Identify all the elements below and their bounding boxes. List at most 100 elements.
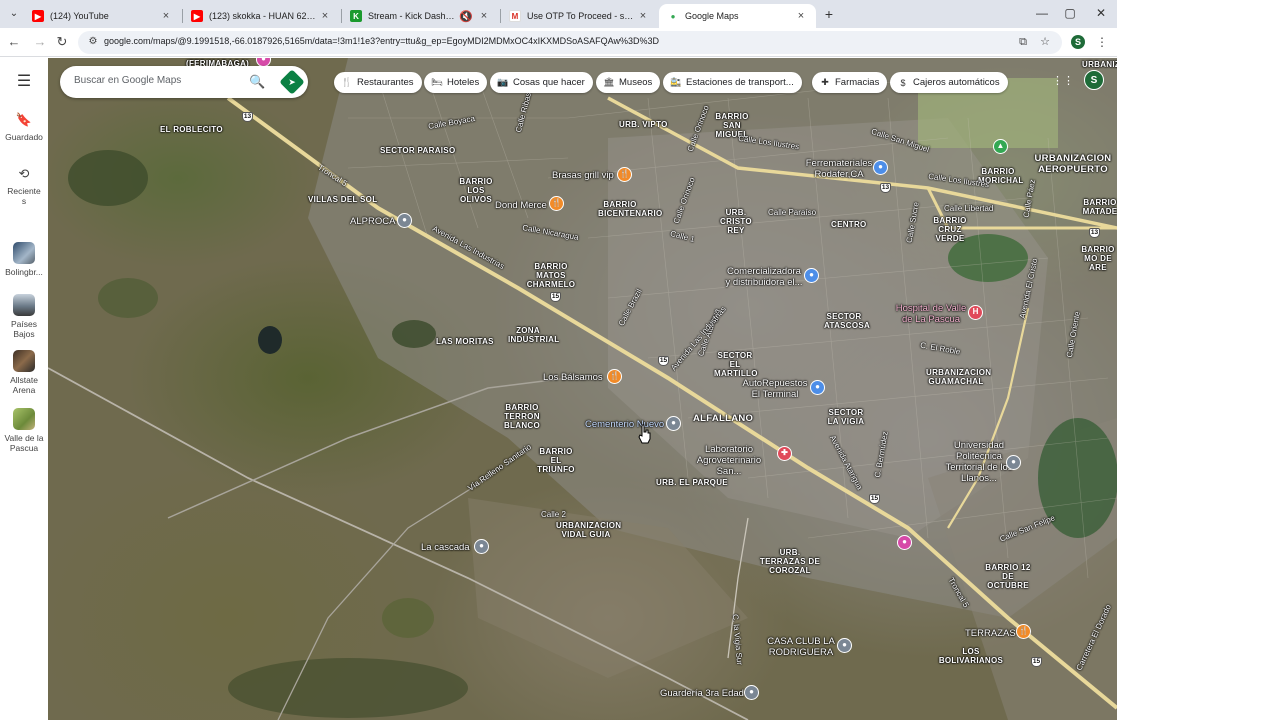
route-shield: 13 [242, 112, 253, 122]
place-label[interactable]: La cascada [421, 542, 470, 553]
tab-search-menu-icon[interactable]: ⌄ [6, 6, 22, 22]
park-pin-icon[interactable]: ▲ [993, 139, 1008, 154]
restaurant-pin-icon[interactable]: 🍴 [617, 167, 632, 182]
mute-tab-icon[interactable]: 🔇 [455, 10, 477, 23]
cemetery-pin-icon[interactable]: ● [666, 416, 681, 431]
chip-things-to-do[interactable]: 📷 Cosas que hacer [490, 72, 593, 93]
chip-label: Museos [619, 77, 653, 88]
chip-transit[interactable]: 🚉 Estaciones de transport... [663, 72, 802, 93]
place-label[interactable]: Guardería 3ra Edad [660, 688, 744, 699]
shopping-pin-icon[interactable]: ● [897, 535, 912, 550]
place-pin-icon[interactable]: ● [837, 638, 852, 653]
forward-icon[interactable]: → [32, 34, 48, 50]
area-label: BARRIO EL TRIUNFO [537, 447, 575, 474]
rail-item-recent-place[interactable]: Bolingbr... [0, 242, 48, 277]
maximize-icon[interactable]: ▢ [1063, 5, 1077, 21]
place-label[interactable]: Brasas grill vip [552, 170, 614, 181]
place-thumbnail [13, 408, 35, 430]
place-pin-icon[interactable]: ● [397, 213, 412, 228]
route-shield: 13 [1089, 228, 1100, 238]
place-label[interactable]: Ferremateriales Rodafer,CA [804, 158, 874, 180]
area-label: VILLAS DEL SOL [308, 195, 378, 204]
chip-label: Hoteles [447, 77, 480, 88]
close-tab-icon[interactable]: × [794, 10, 808, 22]
chip-label: Cosas que hacer [513, 77, 585, 88]
place-label[interactable]: Cementerio Nuevo [585, 419, 664, 430]
area-label: BARRIO MO DE ARE [1081, 245, 1115, 272]
restaurant-pin-icon[interactable]: 🍴 [607, 369, 622, 384]
shop-pin-icon[interactable]: ● [804, 268, 819, 283]
menu-icon[interactable]: ☰ [14, 74, 34, 90]
url-text[interactable]: google.com/maps/@9.1991518,-66.0187926,5… [104, 36, 659, 46]
place-label[interactable]: TERRAZAS [965, 628, 1016, 639]
area-label: SECTOR EL MARTILLO [714, 351, 758, 378]
restaurant-pin-icon[interactable]: 🍴 [1016, 624, 1031, 639]
install-app-icon[interactable]: ⧉ [1016, 35, 1030, 49]
chip-atms[interactable]: $ Cajeros automáticos [890, 72, 1008, 93]
tab-skokka[interactable]: ▶ (123) skokka - HUAN 62 - (Vídeo... × [183, 4, 340, 28]
place-label[interactable]: Universidad Politécnica Territorial de l… [944, 440, 1014, 484]
google-apps-icon[interactable]: ⋮⋮ [1052, 73, 1074, 89]
close-tab-icon[interactable]: × [477, 10, 491, 22]
reload-icon[interactable]: ↻ [54, 34, 70, 50]
minimize-icon[interactable]: — [1035, 5, 1049, 21]
rail-item-recent[interactable]: ⟲ Reciente s [0, 166, 48, 206]
tab-gmail-otp[interactable]: M Use OTP To Proceed - sandexve... × [501, 4, 658, 28]
place-label[interactable]: CASA CLUB LA RODRIGUERA [764, 636, 838, 658]
place-label[interactable]: Laboratorio Agroveterinario San... [684, 444, 774, 477]
close-tab-icon[interactable]: × [159, 10, 173, 22]
search-input[interactable] [74, 75, 244, 86]
back-icon[interactable]: ← [6, 34, 22, 50]
close-window-icon[interactable]: ✕ [1094, 5, 1108, 21]
place-label[interactable]: Los Bálsamos [543, 372, 603, 383]
gmail-icon: M [509, 10, 521, 22]
lab-pin-icon[interactable]: ✚ [777, 446, 792, 461]
place-pin-icon[interactable]: ● [744, 685, 759, 700]
kick-icon: K [350, 10, 362, 22]
chip-museums[interactable]: 🏛 Museos [596, 72, 661, 93]
address-bar[interactable]: ⚙ google.com/maps/@9.1991518,-66.0187926… [78, 31, 1062, 54]
place-label[interactable]: ALPROCA [350, 216, 395, 227]
shop-pin-icon[interactable]: ● [873, 160, 888, 175]
restaurant-pin-icon[interactable]: 🍴 [549, 196, 564, 211]
fork-knife-icon: 🍴 [341, 77, 353, 87]
close-tab-icon[interactable]: × [318, 10, 332, 22]
place-pin-icon[interactable]: ● [474, 539, 489, 554]
tab-youtube[interactable]: ▶ (124) YouTube × [24, 4, 181, 28]
account-avatar[interactable]: S [1084, 70, 1104, 90]
transit-icon: 🚉 [670, 77, 682, 87]
area-label: BARRIO 12 DE OCTUBRE [985, 563, 1031, 590]
new-tab-button[interactable]: + [822, 6, 836, 22]
tab-title: Google Maps [685, 11, 739, 21]
directions-icon[interactable]: ➤ [279, 69, 305, 95]
site-info-icon[interactable]: ⚙ [86, 35, 100, 49]
browser-menu-icon[interactable]: ⋮ [1096, 34, 1108, 50]
rail-item-recent-place[interactable]: Países Bajos [0, 294, 48, 339]
chip-hotels[interactable]: 🛏 Hoteles [424, 72, 488, 93]
place-label[interactable]: AutoRepuestos El Terminal [738, 378, 812, 400]
profile-avatar[interactable]: S [1071, 35, 1085, 49]
shop-pin-icon[interactable]: ● [810, 380, 825, 395]
tab-kick-dashboard[interactable]: K Stream - Kick Dashboard 🔇 × [342, 4, 499, 28]
satellite-map[interactable]: (FERIMABAGA) EL ROBLECITO SECTOR PARAISO… [48, 58, 1117, 720]
area-label: BARRIO TERRON BLANCO [503, 403, 541, 430]
search-icon[interactable]: 🔍 [249, 74, 265, 90]
tab-title: (124) YouTube [50, 11, 109, 21]
chip-pharmacies[interactable]: ✚ Farmacias [812, 72, 888, 93]
university-pin-icon[interactable]: ● [1006, 455, 1021, 470]
tab-title: Stream - Kick Dashboard [368, 11, 455, 21]
rail-item-recent-place[interactable]: Allstate Arena [0, 350, 48, 395]
tab-google-maps[interactable]: ● Google Maps × [659, 4, 816, 28]
road-label: Calle 2 [541, 510, 566, 519]
rail-item-label: Países Bajos [11, 319, 37, 339]
place-label[interactable]: Hospital de Valle de La Pascua [891, 303, 971, 325]
rail-item-saved[interactable]: 🔖 Guardado [0, 112, 48, 142]
area-label: LOS BOLIVARIANOS [938, 647, 1004, 665]
hospital-pin-icon[interactable]: H [968, 305, 983, 320]
chip-restaurants[interactable]: 🍴 Restaurantes [334, 72, 422, 93]
place-label[interactable]: Comercializadora y distribuidora el... [724, 266, 804, 288]
close-tab-icon[interactable]: × [636, 10, 650, 22]
bookmark-star-icon[interactable]: ☆ [1038, 35, 1052, 49]
rail-item-recent-place[interactable]: Valle de la Pascua [0, 408, 48, 453]
place-label[interactable]: Dond Merce [495, 200, 547, 211]
